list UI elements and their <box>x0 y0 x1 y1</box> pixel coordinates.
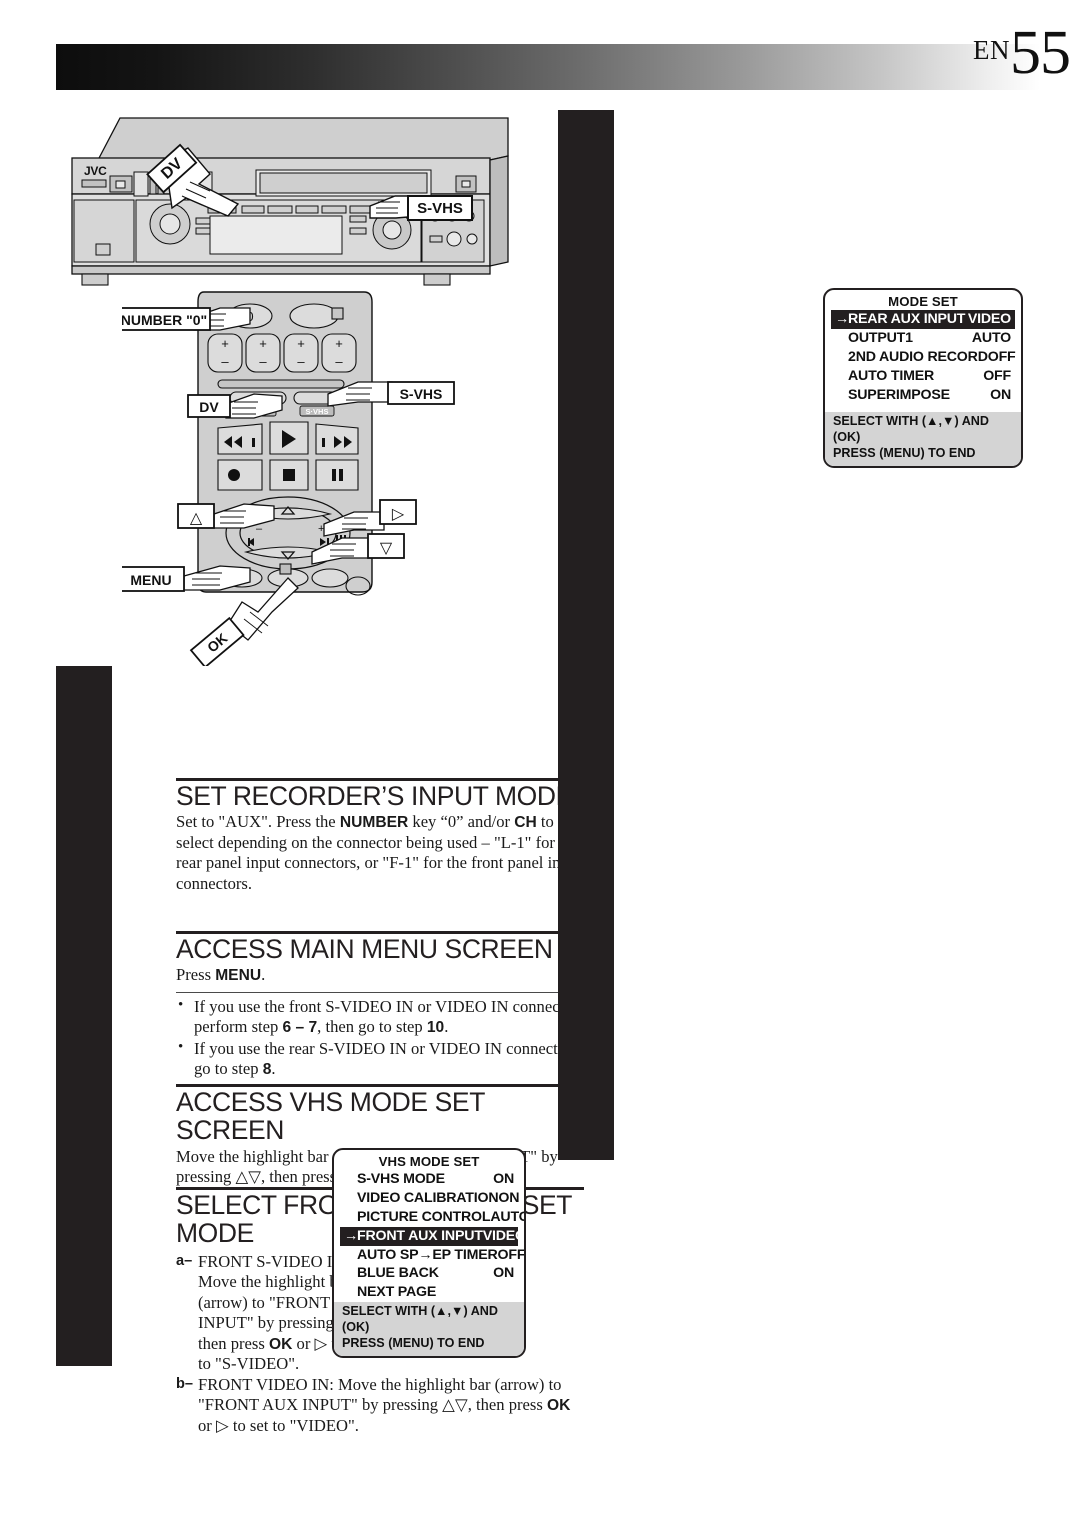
language-code: EN <box>973 35 1010 65</box>
remote-control-illustration: 0 ++++ –––– DV S·VHS –+ <box>122 291 455 666</box>
remote-callout-number0: NUMBER "0" <box>122 307 211 331</box>
step-7-option-b: b– FRONT VIDEO IN: Move the highlight bar… <box>176 1374 571 1435</box>
remote-key-svhs-label: S·VHS <box>306 407 329 416</box>
selection-arrow-icon: → <box>835 311 849 327</box>
remote-callout-ok: OK <box>189 616 245 666</box>
step-4-block: SET RECORDER’S INPUT MODE Set to "AUX". … <box>176 778 584 894</box>
remote-callout-right: ▷ <box>379 499 417 525</box>
osd-row-selected[interactable]: →REAR AUX INPUT VIDEO <box>831 310 1015 329</box>
step-6-title: ACCESS VHS MODE SET SCREEN <box>176 1087 485 1146</box>
step-number-6: 6 <box>125 1126 155 1191</box>
vcr-deck-illustration: JVC DV S-VHS <box>71 117 509 286</box>
osd-row[interactable]: OUTPUT1 AUTO <box>831 329 1015 348</box>
svg-text:JVC: JVC <box>84 164 107 178</box>
osd-row[interactable]: AUTO SP→EP TIMER OFF <box>340 1246 524 1265</box>
osd-row[interactable]: BLUE BACK ON <box>340 1264 518 1283</box>
osd-mode-footer-line2: PRESS (MENU) TO END <box>833 446 976 461</box>
right-step-number-bar <box>558 110 614 1160</box>
osd-row[interactable]: SUPERIMPOSE ON <box>831 386 1015 405</box>
remote-callout-number0-label: NUMBER "0" <box>122 312 207 328</box>
remote-callout-menu: MENU <box>122 566 185 592</box>
osd-vhs-footer-line1: SELECT WITH (▲,▼) AND (OK) <box>342 1304 498 1334</box>
step-5-bullet-list: If you use the front S-VIDEO IN or VIDEO… <box>176 996 584 1080</box>
remote-callout-up: △ <box>177 503 215 529</box>
remote-callout-down: ▽ <box>367 533 405 559</box>
svg-text:–: – <box>259 354 267 369</box>
remote-callout-down-label: ▽ <box>380 540 393 557</box>
remote-callout-dv-label: DV <box>199 399 219 415</box>
page-number-header: EN55 <box>973 19 1071 87</box>
page-number: 55 <box>1010 19 1071 87</box>
left-step-number-bar <box>56 666 112 1366</box>
step-4-body: Set to "AUX". Press the NUMBER key “0” a… <box>176 812 582 893</box>
selection-arrow-icon: → <box>344 1227 358 1244</box>
osd-row[interactable]: S-VHS MODE ON <box>340 1170 518 1189</box>
remote-callout-up-label: △ <box>190 510 203 527</box>
osd-row[interactable]: NEXT PAGE <box>340 1283 518 1302</box>
svg-text:–: – <box>335 354 343 369</box>
osd-row-selected[interactable]: →FRONT AUX INPUT VIDEO <box>340 1226 524 1246</box>
svg-text:+: + <box>259 336 267 351</box>
osd-row[interactable]: PICTURE CONTROL AUTO <box>340 1208 524 1227</box>
remote-callout-svhs-label: S-VHS <box>400 386 443 402</box>
remote-callout-svhs: S-VHS <box>387 381 455 405</box>
osd-vhs-rows: S-VHS MODE ON VIDEO CALIBRATION ON PICTURE… <box>334 1170 524 1302</box>
step-number-5: 5 <box>125 984 155 1049</box>
step-5-block: ACCESS MAIN MENU SCREEN Press MENU. If y… <box>176 931 584 1081</box>
remote-callout-dv: DV <box>187 394 231 418</box>
remote-callout-right-label: ▷ <box>392 506 405 523</box>
step-number-4: 4 <box>125 828 155 893</box>
list-item: If you use the front S-VIDEO IN or VIDEO… <box>176 996 584 1038</box>
step-5-divider <box>176 991 584 993</box>
osd-panel-mode-set: MODE SET →REAR AUX INPUT VIDEO OUTPUT1 AUT… <box>823 288 1023 468</box>
osd-mode-rows: →REAR AUX INPUT VIDEO OUTPUT1 AUTO 2ND AUD… <box>825 310 1021 412</box>
step-5-body: Press MENU. <box>176 965 266 985</box>
list-item: If you use the rear S-VIDEO IN or VIDEO … <box>176 1038 584 1080</box>
svg-text:+: + <box>221 336 229 351</box>
osd-mode-title: MODE SET <box>888 294 958 309</box>
osd-row[interactable]: 2ND AUDIO RECORD OFF <box>831 348 1016 367</box>
osd-mode-footer: SELECT WITH (▲,▼) AND (OK) PRESS (MENU) … <box>825 412 1021 466</box>
svg-text:+: + <box>297 336 305 351</box>
osd-vhs-footer-line2: PRESS (MENU) TO END <box>342 1335 485 1350</box>
step-number-7: 7 <box>125 1244 155 1309</box>
osd-row[interactable]: AUTO TIMER OFF <box>831 367 1015 386</box>
osd-vhs-title: VHS MODE SET <box>378 1154 480 1169</box>
osd-vhs-footer: SELECT WITH (▲,▼) AND (OK) PRESS (MENU) … <box>334 1302 524 1356</box>
osd-panel-vhs-mode-set: VHS MODE SET S-VHS MODE ON VIDEO CALIBRAT… <box>332 1148 526 1358</box>
svg-text:–: – <box>221 354 229 369</box>
header-gradient-band <box>56 44 1040 90</box>
svg-text:–: – <box>297 354 305 369</box>
step-5-title: ACCESS MAIN MENU SCREEN <box>176 934 553 964</box>
osd-mode-footer-line1: SELECT WITH (▲,▼) AND (OK) <box>833 414 989 445</box>
svg-text:+: + <box>335 336 343 351</box>
remote-callout-menu-label: MENU <box>130 572 171 588</box>
step-4-title: SET RECORDER’S INPUT MODE <box>176 781 573 811</box>
osd-row[interactable]: VIDEO CALIBRATION ON <box>340 1189 519 1208</box>
vcr-callout-svhs-label: S-VHS <box>417 200 463 217</box>
